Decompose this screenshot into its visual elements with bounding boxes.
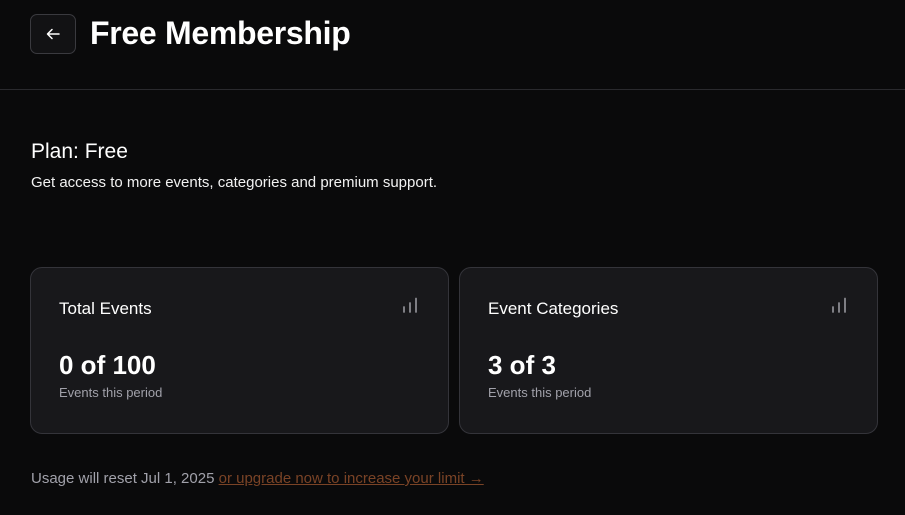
page-header: Free Membership [0, 0, 905, 90]
total-events-card: Total Events 0 of 100 Events this period [30, 267, 449, 434]
bar-chart-icon [832, 297, 846, 313]
card-title: Event Categories [488, 299, 619, 318]
card-subtitle: Events this period [488, 385, 592, 400]
usage-reset-text: Usage will reset Jul 1, 2025 [31, 470, 215, 487]
card-title: Total Events [59, 299, 152, 318]
back-button[interactable] [30, 14, 76, 54]
total-events-value: 0 of 100 [59, 350, 156, 380]
page-title: Free Membership [90, 15, 351, 51]
plan-description: Get access to more events, categories an… [31, 174, 438, 191]
bar-chart-icon [403, 297, 417, 313]
event-categories-value: 3 of 3 [488, 350, 556, 380]
card-subtitle: Events this period [59, 385, 163, 400]
plan-title: Plan: Free [31, 140, 128, 163]
event-categories-card: Event Categories 3 of 3 Events this peri… [459, 267, 878, 434]
upgrade-link[interactable]: or upgrade now to increase your limit → [219, 470, 484, 487]
arrow-left-icon [46, 28, 60, 40]
usage-reset-notice: Usage will reset Jul 1, 2025 or upgrade … [31, 469, 484, 489]
